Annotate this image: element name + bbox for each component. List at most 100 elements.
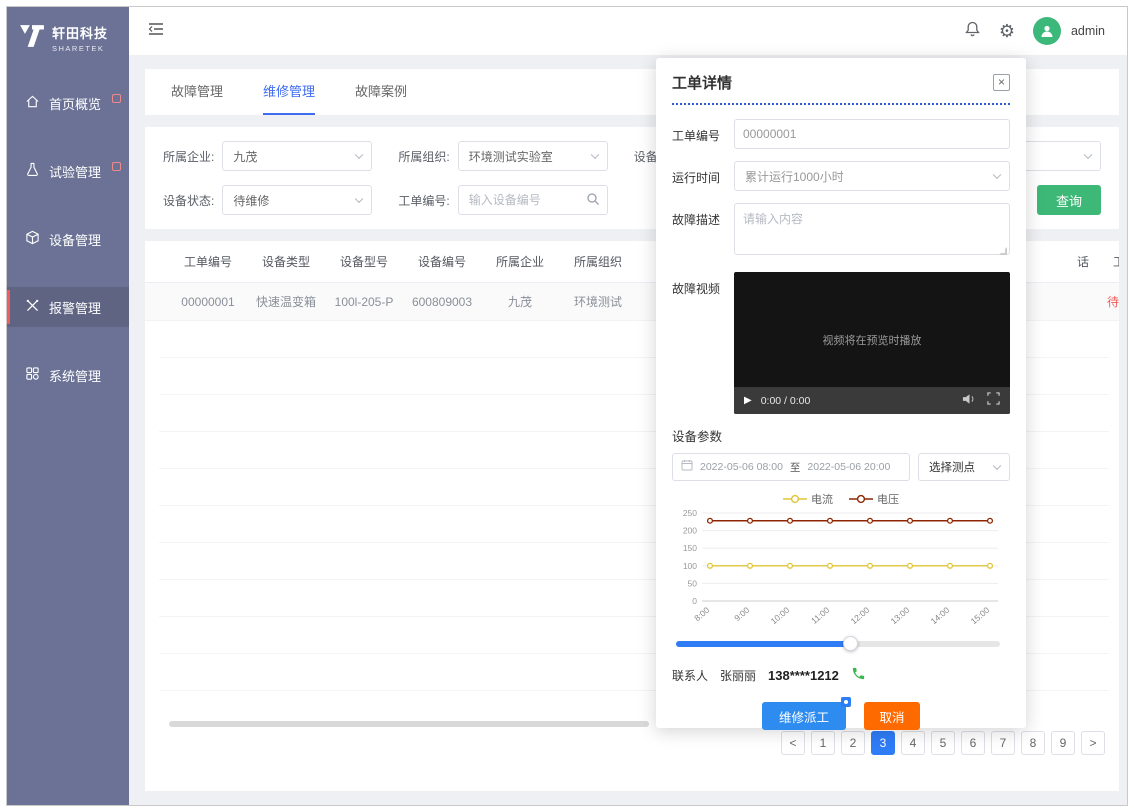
tab-fault-cases[interactable]: 故障案例 [355,81,407,115]
chevron-down-icon [1084,151,1092,159]
page-button[interactable]: 5 [931,731,955,755]
contact-name: 张丽丽 [720,667,756,684]
company-select[interactable]: 九茂 [222,141,372,171]
bell-icon[interactable] [964,20,981,43]
pagination: < 1 2 3 4 5 6 7 8 9 > [781,731,1105,755]
sidebar: 轩田科技 SHARETEK 首页概览 试验管理 [7,7,129,805]
modal-title: 工单详情 [672,72,732,93]
page-next-button[interactable]: > [1081,731,1105,755]
notification-badge [112,94,121,103]
collapse-sidebar-icon[interactable] [147,21,165,42]
svg-text:100: 100 [683,561,697,571]
svg-text:150: 150 [683,543,697,553]
runtime-select[interactable]: 累计运行1000小时 [734,161,1010,191]
cell-company: 九茂 [481,293,559,310]
close-icon[interactable]: × [993,74,1010,91]
cell-order-no: 00000001 [169,295,247,309]
col-header: 工单编号 [169,253,247,270]
page-button[interactable]: 7 [991,731,1015,755]
fullscreen-icon[interactable] [987,392,1000,410]
grid-icon [25,366,40,384]
page-button[interactable]: 8 [1021,731,1045,755]
search-icon[interactable] [586,192,600,211]
contact-phone: 138****1212 [768,668,839,683]
page-button[interactable]: 1 [811,731,835,755]
page-button[interactable]: 6 [961,731,985,755]
logo-mark-icon [19,24,45,53]
dotted-divider [672,103,1010,105]
cell-device-no: 600809003 [403,295,481,309]
svg-text:50: 50 [688,578,698,588]
cell-org: 环境测试 [559,293,637,310]
dispatch-repair-button[interactable]: 维修派工 [762,702,846,730]
video-player[interactable]: 视频将在预览时播放 ▶ 0:00 / 0:00 [734,272,1010,414]
cancel-button[interactable]: 取消 [864,702,920,730]
video-time: 0:00 / 0:00 [761,395,811,407]
date-range-picker[interactable]: 2022-05-06 08:00 至 2022-05-06 20:00 [672,453,910,481]
sidebar-item-alarm[interactable]: 报警管理 [7,287,129,327]
fault-desc-textarea[interactable] [734,203,1010,255]
volume-icon[interactable] [962,392,977,410]
date-separator: 至 [790,460,801,475]
status-filter-label: 设备状态: [163,192,214,209]
legend-item[interactable]: 电压 [849,491,899,507]
svg-text:9:00: 9:00 [732,605,751,623]
slider-fill [676,641,851,647]
page-button[interactable]: 2 [841,731,865,755]
page-button-active[interactable]: 3 [871,731,895,755]
slider-handle[interactable] [843,636,858,651]
svg-text:14:00: 14:00 [929,605,952,627]
page-button[interactable]: 9 [1051,731,1075,755]
gear-icon[interactable]: ⚙ [999,22,1015,40]
logo: 轩田科技 SHARETEK [7,19,129,83]
sidebar-item-home[interactable]: 首页概览 [7,83,129,123]
device-type-filter-label: 设备 [634,148,658,165]
logo-subtitle: SHARETEK [52,44,108,53]
order-no-filter-label: 工单编号: [398,192,449,209]
sidebar-item-device[interactable]: 设备管理 [7,219,129,259]
search-button[interactable]: 查询 [1037,185,1101,215]
horizontal-scrollbar[interactable] [169,721,649,727]
sidebar-item-label: 试验管理 [49,162,101,181]
contact-label: 联系人 [672,667,708,684]
chevron-down-icon [993,171,1001,179]
play-icon[interactable]: ▶ [744,395,752,406]
svg-text:13:00: 13:00 [889,605,912,627]
sidebar-item-system[interactable]: 系统管理 [7,355,129,395]
chevron-down-icon [993,462,1001,470]
page-button[interactable]: 4 [901,731,925,755]
org-select[interactable]: 环境测试实验室 [458,141,608,171]
notification-badge [112,162,121,171]
topbar: ⚙ admin [129,7,1127,55]
svg-text:200: 200 [683,526,697,536]
phone-icon[interactable] [851,666,866,684]
org-filter-label: 所属组织: [398,148,449,165]
order-no-field[interactable] [734,119,1010,149]
chevron-down-icon [590,151,598,159]
fault-video-label: 故障视频 [672,272,734,414]
sidebar-item-test[interactable]: 试验管理 [7,151,129,191]
legend-item[interactable]: 电流 [783,491,833,507]
page-prev-button[interactable]: < [781,731,805,755]
col-header: 所属企业 [481,253,559,270]
tools-icon [25,298,40,316]
tab-fault-management[interactable]: 故障管理 [171,81,223,115]
status-select[interactable]: 待维修 [222,185,372,215]
cell-device-model: 100l-205-P [325,295,403,309]
runtime-label: 运行时间 [672,161,734,191]
avatar[interactable] [1033,17,1061,45]
time-range-slider[interactable] [676,636,1000,650]
fault-desc-label: 故障描述 [672,203,734,260]
logo-title: 轩田科技 [52,23,108,42]
cube-icon [25,230,40,248]
svg-text:10:00: 10:00 [769,605,792,627]
col-header: 所属组织 [559,253,637,270]
col-header-status-clipped: 工 [1113,253,1119,270]
svg-text:8:00: 8:00 [692,605,711,623]
order-no-label: 工单编号 [672,119,734,149]
measure-point-select[interactable]: 选择测点 [918,453,1010,481]
tab-repair-management[interactable]: 维修管理 [263,81,315,115]
video-placeholder-text: 视频将在预览时播放 [734,332,1010,348]
col-header: 设备类型 [247,253,325,270]
sidebar-item-label: 系统管理 [49,366,101,385]
